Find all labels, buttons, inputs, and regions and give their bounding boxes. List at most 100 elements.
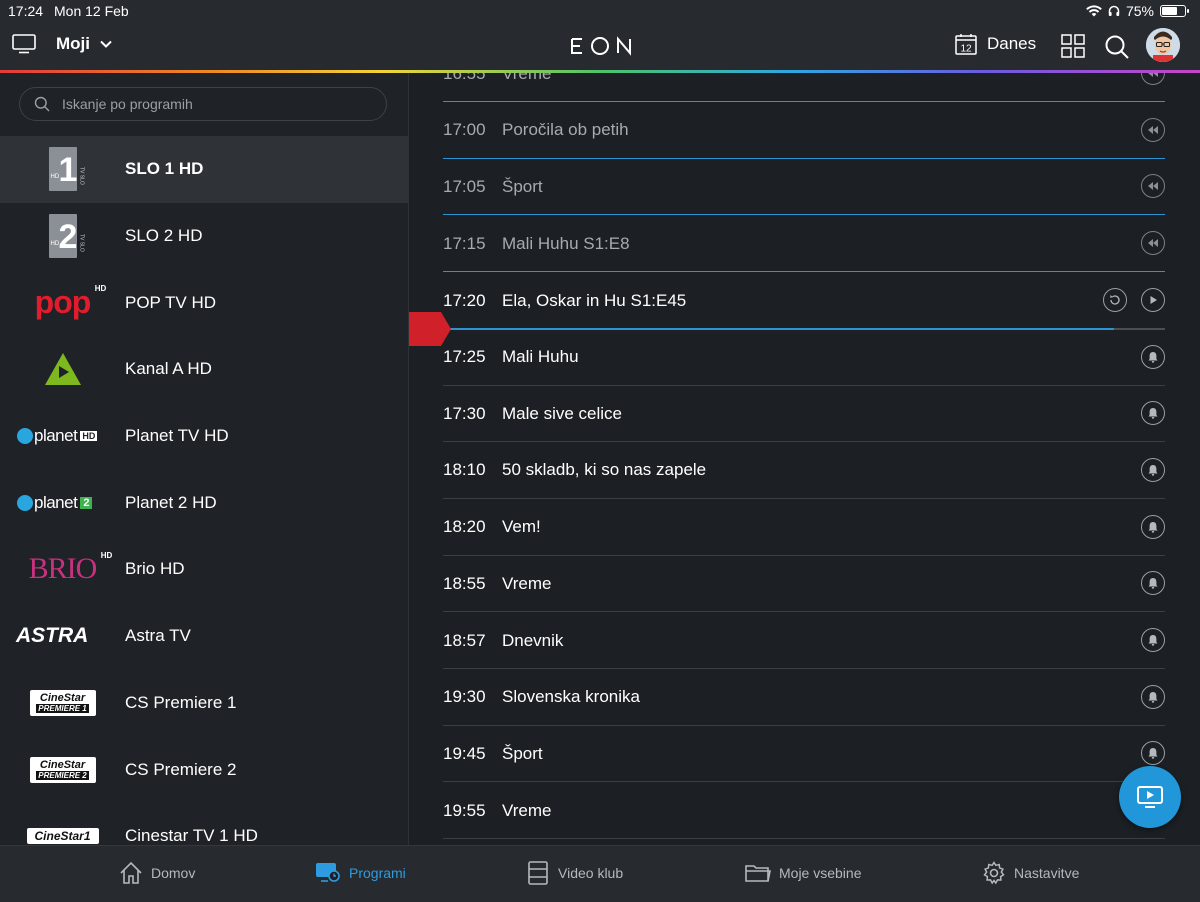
channel-sidebar: 1HDTV SLO SLO 1 HD 2HDTV SLO SLO 2 HD po…: [0, 73, 409, 845]
eon-logo-mark: [560, 36, 642, 56]
bell-icon: [1148, 691, 1158, 703]
reminder-button[interactable]: [1141, 741, 1165, 766]
live-progress-bar: [443, 328, 1165, 330]
bell-icon: [1148, 521, 1158, 533]
live-progress-fill: [443, 328, 1115, 330]
chevron-down-icon: [100, 40, 112, 48]
program-actions: [1141, 174, 1165, 199]
grid-view-button[interactable]: [1061, 34, 1085, 58]
program-actions: [1103, 287, 1165, 312]
program-row[interactable]: 19:55 Vreme: [443, 783, 1165, 840]
channel-item-cs-premiere-2[interactable]: CineStar PREMIERE 2 CS Premiere 2: [0, 736, 408, 803]
program-time: 17:20: [443, 290, 486, 310]
nav-moje-vsebine[interactable]: Moje vsebine: [745, 861, 862, 885]
program-row[interactable]: 17:05 Šport: [443, 159, 1165, 216]
film-icon: [528, 861, 548, 885]
search-icon: [1105, 35, 1129, 59]
program-row[interactable]: 18:55 Vreme: [443, 556, 1165, 613]
user-avatar[interactable]: [1146, 28, 1180, 62]
eon-logo[interactable]: [560, 32, 642, 60]
channel-item-slo2[interactable]: 2 HD TV SLO SLO 2 HD: [0, 203, 408, 270]
channel-item-slo1[interactable]: 1 HD TV SLO SLO 1 HD: [0, 136, 408, 203]
channel-search-input[interactable]: [60, 95, 364, 113]
program-schedule: 16:55 Vreme 17:00 Poročila ob petih 17:05 Špo…: [409, 73, 1200, 845]
status-bar: 17:24 Mon 12 Feb 75%: [0, 0, 1200, 22]
channel-logo-kanal-a: [0, 352, 125, 386]
program-row[interactable]: 17:15 Mali Huhu S1:E8: [443, 216, 1165, 273]
program-time: 17:05: [443, 176, 486, 196]
gear-icon: [983, 861, 1005, 885]
nav-programi[interactable]: Programi: [315, 861, 406, 885]
bell-icon: [1148, 578, 1158, 589]
restart-button[interactable]: [1103, 287, 1127, 312]
channel-item-planet-2[interactable]: planet 2 Planet 2 HD: [0, 469, 408, 536]
program-actions: [1141, 401, 1165, 426]
profile-label: Moji: [56, 34, 90, 53]
nav-label: Moje vsebine: [779, 865, 862, 881]
channel-item-pop-tv[interactable]: pop HD POP TV HD: [0, 269, 408, 336]
search-icon: [34, 96, 50, 112]
program-row[interactable]: 19:30 Slovenska kronika: [443, 670, 1165, 726]
channel-item-planet-tv[interactable]: planet HD Planet TV HD: [0, 403, 408, 470]
program-row[interactable]: 18:57 Dnevnik: [443, 613, 1165, 669]
status-right: 75%: [1086, 3, 1189, 19]
channel-item-kanal-a[interactable]: Kanal A HD: [0, 336, 408, 403]
program-row[interactable]: 17:30 Male sive celice: [443, 386, 1165, 443]
reminder-button[interactable]: [1141, 628, 1165, 652]
channel-logo-cinestar-tv-1: CineStar1: [0, 828, 125, 845]
program-row[interactable]: 18:20 Vem!: [443, 500, 1165, 556]
program-title: Mali Huhu S1:E8: [502, 233, 630, 253]
tv-guide-icon: [316, 863, 340, 882]
date-label: Danes: [987, 34, 1037, 53]
play-on-tv-button[interactable]: [1119, 766, 1181, 828]
program-title: Šport: [502, 176, 543, 196]
nav-domov[interactable]: Domov: [119, 861, 195, 885]
status-time: 17:24: [8, 3, 44, 19]
status-date: Mon 12 Feb: [54, 3, 129, 19]
reminder-button[interactable]: [1141, 514, 1165, 539]
program-row[interactable]: 19:45 Šport: [443, 726, 1165, 783]
rewind-button[interactable]: [1141, 117, 1165, 142]
play-button[interactable]: [1141, 287, 1165, 312]
channel-name: Astra TV: [125, 626, 191, 646]
channel-item-cinestar-tv-1[interactable]: CineStar1 Cinestar TV 1 HD: [0, 803, 408, 845]
rewind-icon: [1148, 239, 1158, 248]
program-title: Poročila ob petih: [502, 120, 629, 140]
channel-search-box[interactable]: [19, 87, 387, 121]
top-header: Moji 12 Danes: [0, 22, 1200, 73]
reminder-button[interactable]: [1141, 684, 1165, 709]
program-row[interactable]: 16:55 Vreme: [443, 73, 1165, 102]
program-time: 17:25: [443, 347, 486, 366]
reminder-button[interactable]: [1141, 401, 1165, 426]
channel-item-astra[interactable]: ASTRA Astra TV: [0, 603, 408, 670]
channel-logo-slo2: 2 HD TV SLO: [0, 214, 125, 259]
rewind-button[interactable]: [1141, 231, 1165, 256]
channel-item-cs-premiere-1[interactable]: CineStar PREMIERE 1 CS Premiere 1: [0, 670, 408, 737]
profile-selector[interactable]: Moji: [12, 34, 112, 54]
rewind-button[interactable]: [1141, 174, 1165, 199]
channel-name: SLO 2 HD: [125, 226, 203, 246]
restart-icon: [1110, 294, 1120, 305]
program-row[interactable]: 17:00 Poročila ob petih: [443, 103, 1165, 159]
nav-nastavitve[interactable]: Nastavitve: [982, 861, 1079, 885]
reminder-button[interactable]: [1141, 457, 1165, 482]
program-row[interactable]: 17:20 Ela, Oskar in Hu S1:E45: [443, 273, 1165, 329]
program-time: 19:55: [443, 800, 486, 820]
channel-logo-cs-premiere-1: CineStar PREMIERE 1: [0, 689, 125, 716]
avatar-face: [1146, 28, 1180, 62]
program-title: Šport: [502, 743, 543, 763]
date-selector[interactable]: 12 Danes: [955, 33, 1036, 55]
channel-item-brio[interactable]: BRIO HD Brio HD: [0, 536, 408, 603]
reminder-button[interactable]: [1141, 344, 1165, 369]
channel-logo-astra: ASTRA: [16, 624, 89, 648]
search-button[interactable]: [1104, 34, 1130, 60]
headphones-icon: [1108, 5, 1120, 16]
program-row[interactable]: 17:25 Mali Huhu: [443, 330, 1165, 386]
nav-video-klub[interactable]: Video klub: [526, 861, 623, 885]
channel-logo-planet-tv: planet HD: [0, 426, 125, 446]
reminder-button[interactable]: [1141, 571, 1165, 596]
program-row[interactable]: 18:10 50 skladb, ki so nas zapele: [443, 443, 1165, 499]
bell-icon: [1148, 748, 1158, 759]
rewind-button[interactable]: [1141, 73, 1165, 85]
nav-label: Video klub: [558, 865, 624, 881]
